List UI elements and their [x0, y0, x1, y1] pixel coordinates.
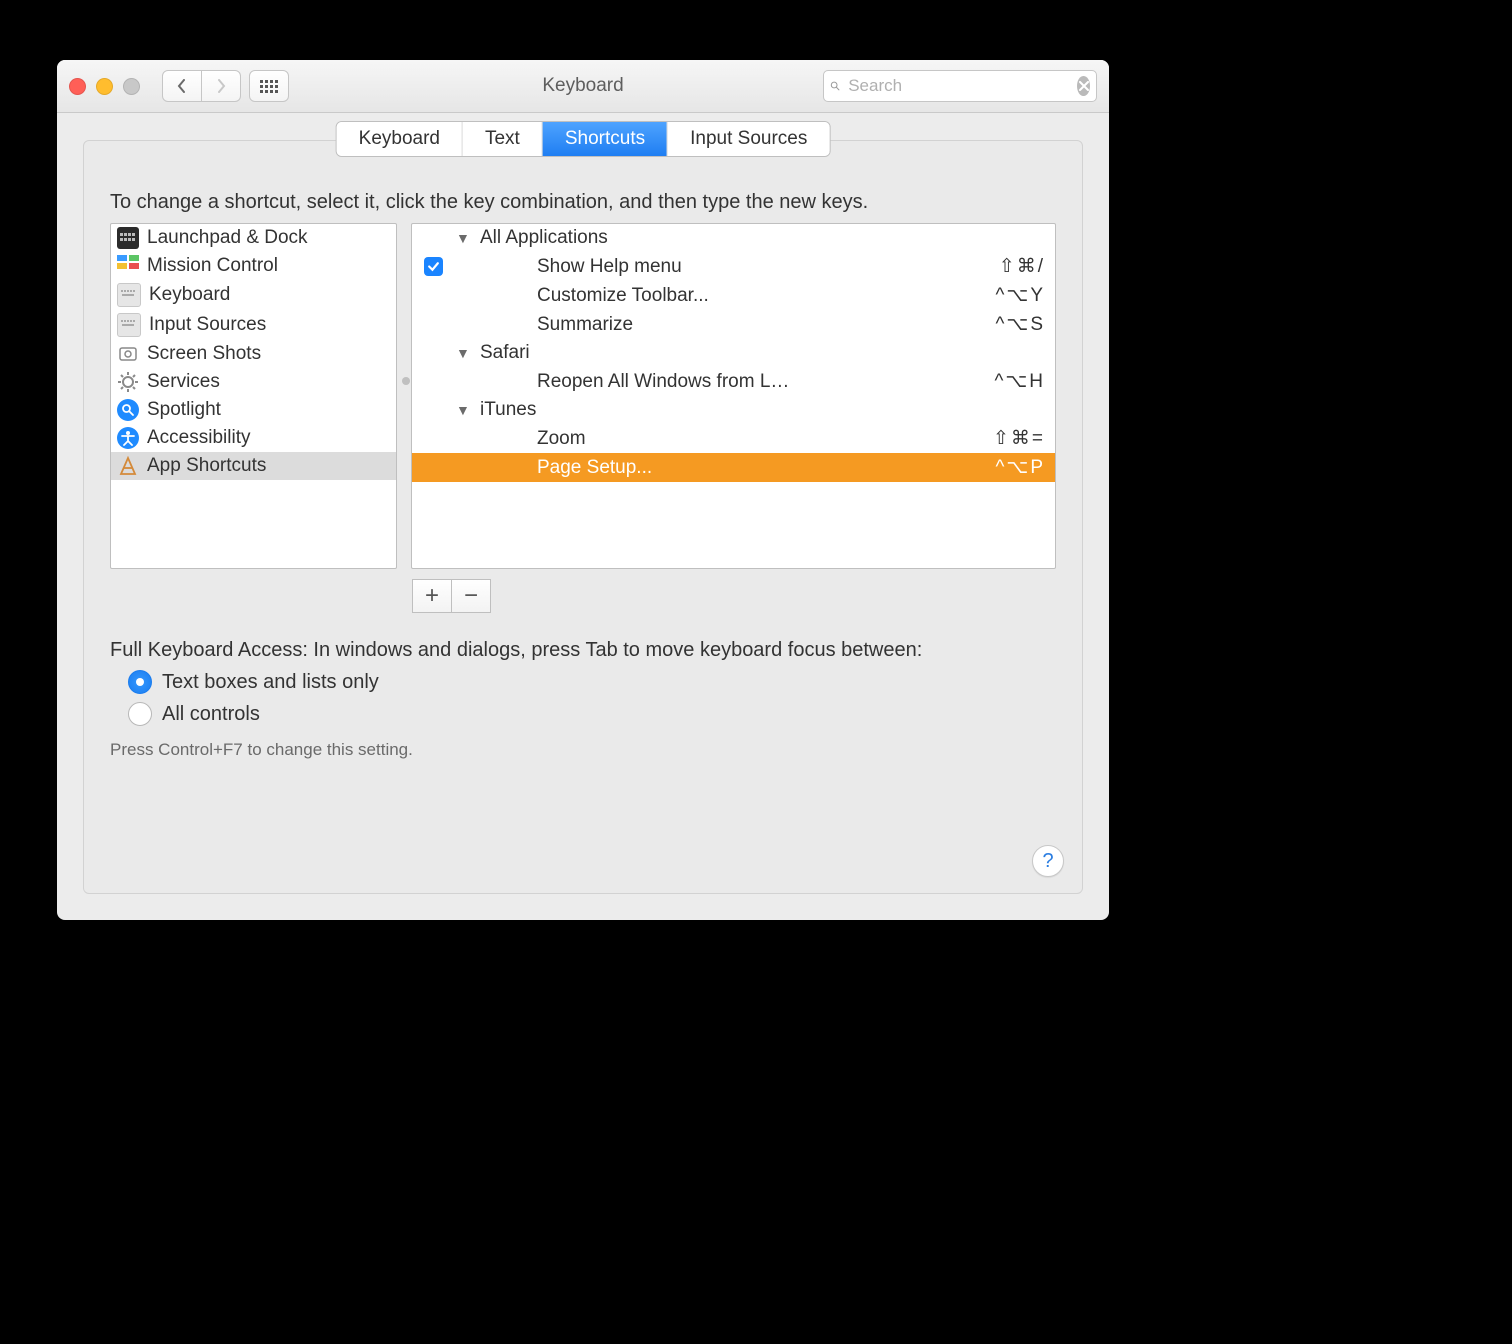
disclosure-triangle-icon[interactable]: ▼: [456, 230, 474, 246]
shortcut-group[interactable]: ▼ All Applications: [412, 224, 1055, 252]
footer-hint: Press Control+F7 to change this setting.: [110, 740, 1056, 760]
category-row[interactable]: Screen Shots: [111, 340, 396, 368]
category-row[interactable]: Launchpad & Dock: [111, 224, 396, 252]
shortcut-keys[interactable]: ^⌥S: [996, 313, 1045, 336]
footer: Full Keyboard Access: In windows and dia…: [110, 639, 1056, 760]
category-row[interactable]: Accessibility: [111, 424, 396, 452]
window-controls: [69, 78, 140, 95]
category-label: Spotlight: [147, 399, 221, 421]
tab-input-sources[interactable]: Input Sources: [668, 122, 829, 156]
shortcut-row[interactable]: Reopen All Windows from L… ^⌥H: [412, 367, 1055, 396]
shortcut-label: Reopen All Windows from L…: [537, 371, 988, 393]
category-row[interactable]: Keyboard: [111, 280, 396, 310]
radio-all-controls[interactable]: All controls: [128, 702, 1056, 726]
add-remove-buttons: + −: [412, 579, 491, 613]
shortcut-label: Page Setup...: [537, 457, 990, 479]
tab-shortcuts[interactable]: Shortcuts: [543, 122, 668, 156]
checkbox-icon[interactable]: [424, 257, 443, 276]
panels: Launchpad & Dock Mission Control Keyboard I…: [110, 223, 1056, 569]
shortcut-row[interactable]: Summarize ^⌥S: [412, 310, 1055, 339]
add-button[interactable]: +: [412, 579, 451, 613]
shortcut-label: Summarize: [537, 314, 990, 336]
shortcut-keys[interactable]: ^⌥P: [996, 456, 1045, 479]
category-row[interactable]: App Shortcuts: [111, 452, 396, 480]
shortcut-label: Show Help menu: [537, 256, 993, 278]
radio-text-boxes[interactable]: Text boxes and lists only: [128, 670, 1056, 694]
category-label: Keyboard: [149, 284, 230, 306]
tab-keyboard[interactable]: Keyboard: [337, 122, 463, 156]
help-button[interactable]: ?: [1032, 845, 1064, 877]
instruction-text: To change a shortcut, select it, click t…: [110, 191, 868, 214]
disclosure-triangle-icon[interactable]: ▼: [456, 345, 474, 361]
category-label: Mission Control: [147, 255, 278, 277]
back-button[interactable]: [162, 70, 202, 102]
radio-icon: [128, 670, 152, 694]
category-label: Services: [147, 371, 220, 393]
category-row[interactable]: Services: [111, 368, 396, 396]
zoom-window-button[interactable]: [123, 78, 140, 95]
shortcut-keys[interactable]: ⇧⌘/: [999, 255, 1045, 278]
grid-icon: [260, 80, 278, 93]
minimize-window-button[interactable]: [96, 78, 113, 95]
clear-search-button[interactable]: [1077, 76, 1090, 96]
remove-button[interactable]: −: [451, 579, 491, 613]
forward-button[interactable]: [202, 70, 241, 102]
checkbox-slot: [416, 257, 450, 276]
footer-heading: Full Keyboard Access: In windows and dia…: [110, 639, 1056, 662]
disclosure-triangle-icon[interactable]: ▼: [456, 402, 474, 418]
group-label: iTunes: [480, 399, 1045, 421]
preferences-window: Keyboard Keyboard Text Shortcuts Input S…: [57, 60, 1109, 920]
shortcut-group[interactable]: ▼ iTunes: [412, 396, 1055, 424]
shortcut-label: Zoom: [537, 428, 987, 450]
shortcut-group[interactable]: ▼ Safari: [412, 339, 1055, 367]
close-window-button[interactable]: [69, 78, 86, 95]
search-icon: [830, 78, 840, 94]
shortcut-keys[interactable]: ^⌥Y: [996, 284, 1045, 307]
category-label: Screen Shots: [147, 343, 261, 365]
nav-group: [162, 70, 241, 102]
category-label: App Shortcuts: [147, 455, 266, 477]
shortcut-row[interactable]: Zoom ⇧⌘=: [412, 424, 1055, 453]
radio-label: Text boxes and lists only: [162, 671, 379, 694]
shortcut-label: Customize Toolbar...: [537, 285, 990, 307]
chevron-right-icon: [215, 79, 227, 93]
shortcut-row[interactable]: Page Setup... ^⌥P: [412, 453, 1055, 482]
shortcut-keys[interactable]: ^⌥H: [994, 370, 1045, 393]
x-icon: [1079, 81, 1089, 91]
resize-handle[interactable]: [402, 377, 410, 385]
shortcut-list[interactable]: ▼ All Applications Show Help menu ⇧⌘/ Custom…: [411, 223, 1056, 569]
chevron-left-icon: [176, 79, 188, 93]
radio-label: All controls: [162, 703, 260, 726]
category-row[interactable]: Input Sources: [111, 310, 396, 340]
category-row[interactable]: Mission Control: [111, 252, 396, 280]
radio-icon: [128, 702, 152, 726]
shortcut-row[interactable]: Customize Toolbar... ^⌥Y: [412, 281, 1055, 310]
category-label: Accessibility: [147, 427, 250, 449]
show-all-button[interactable]: [249, 70, 289, 102]
category-row[interactable]: Spotlight: [111, 396, 396, 424]
shortcut-keys[interactable]: ⇧⌘=: [993, 427, 1045, 450]
group-label: Safari: [480, 342, 1045, 364]
category-list[interactable]: Launchpad & Dock Mission Control Keyboard I…: [110, 223, 397, 569]
content-pane: Keyboard Text Shortcuts Input Sources To…: [83, 140, 1083, 894]
search-field[interactable]: [823, 70, 1097, 102]
category-label: Launchpad & Dock: [147, 227, 308, 249]
shortcut-row[interactable]: Show Help menu ⇧⌘/: [412, 252, 1055, 281]
search-input[interactable]: [846, 75, 1071, 97]
category-label: Input Sources: [149, 314, 266, 336]
titlebar: Keyboard: [57, 60, 1109, 113]
tab-text[interactable]: Text: [463, 122, 543, 156]
group-label: All Applications: [480, 227, 1045, 249]
tab-bar: Keyboard Text Shortcuts Input Sources: [336, 121, 831, 157]
